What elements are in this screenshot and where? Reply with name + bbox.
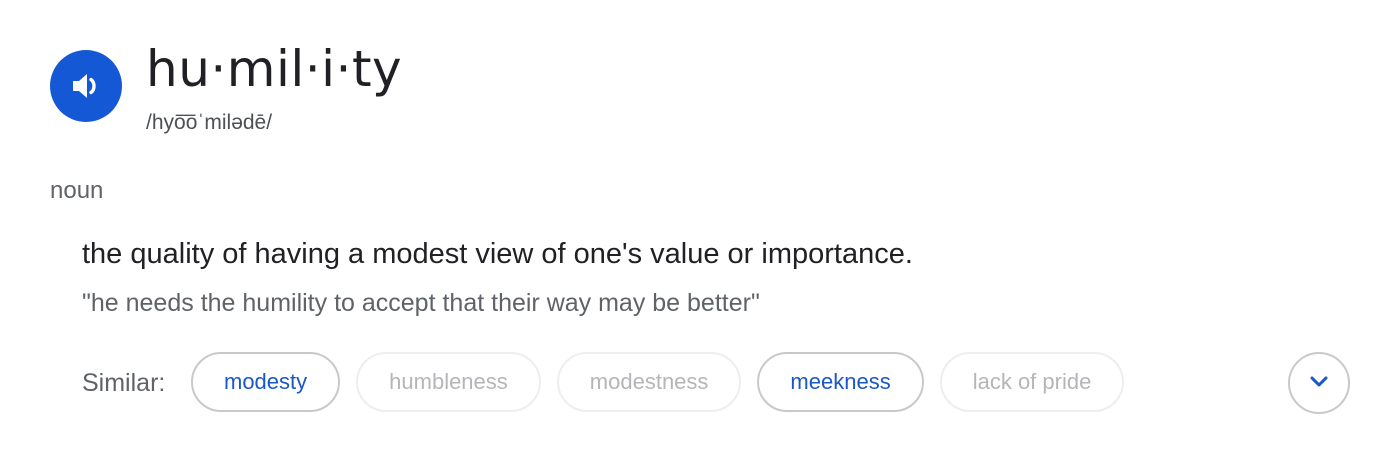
similar-chip-modesty[interactable]: modesty bbox=[191, 352, 341, 412]
part-of-speech: noun bbox=[50, 177, 104, 204]
similar-chip-humbleness: humbleness bbox=[356, 352, 541, 412]
definition-text: the quality of having a modest view of o… bbox=[82, 238, 913, 270]
phonetic-spelling: /hyo͞oˈmilədē/ bbox=[146, 111, 273, 134]
similar-chip-lack-of-pride: lack of pride bbox=[939, 352, 1125, 412]
speaker-icon bbox=[68, 68, 104, 104]
chevron-down-icon bbox=[1307, 369, 1331, 398]
similar-chips: modesty humbleness modestness meekness l… bbox=[191, 352, 1125, 412]
example-sentence: "he needs the humility to accept that th… bbox=[82, 289, 760, 317]
similar-label: Similar: bbox=[82, 369, 166, 397]
similar-chip-modestness: modestness bbox=[556, 352, 742, 412]
similar-chip-meekness[interactable]: meekness bbox=[757, 352, 924, 412]
expand-button[interactable] bbox=[1288, 352, 1350, 414]
pronunciation-button[interactable] bbox=[50, 50, 122, 122]
dictionary-card: hu·mil·i·ty /hyo͞oˈmilədē/ noun the qual… bbox=[0, 0, 1394, 470]
headword: hu·mil·i·ty bbox=[146, 40, 403, 98]
